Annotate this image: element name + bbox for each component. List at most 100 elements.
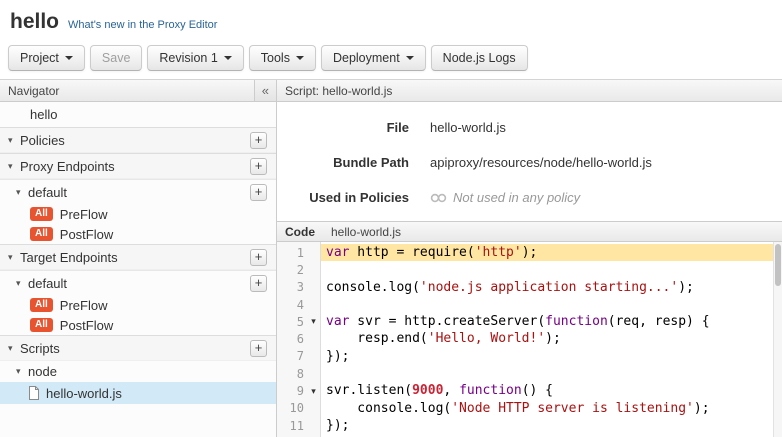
disclosure-triangle-icon: ▾ <box>16 187 28 198</box>
line-number: 2 <box>277 263 307 277</box>
add-policy-button[interactable]: + <box>250 132 267 149</box>
tools-menu-button[interactable]: Tools <box>249 45 316 71</box>
caret-down-icon <box>65 56 73 60</box>
used-in-policies-text: Not used in any policy <box>453 190 580 205</box>
tree-item-target-postflow[interactable]: All PostFlow <box>0 315 276 335</box>
content-split: Navigator « hello ▾ Policies + ▾ Proxy E… <box>0 79 782 437</box>
tree-item-target-preflow[interactable]: All PreFlow <box>0 295 276 315</box>
gutter-line: 8 <box>277 365 320 382</box>
code-editor[interactable]: 12345▾6789▾1011 var http = require('http… <box>277 242 782 437</box>
section-label: Target Endpoints <box>20 250 118 265</box>
disclosure-triangle-icon: ▾ <box>16 278 28 289</box>
line-number: 1 <box>277 246 307 260</box>
gutter-line: 2 <box>277 261 320 278</box>
code-line[interactable] <box>321 365 782 382</box>
section-label: Policies <box>20 133 65 148</box>
toolbar: Project Save Revision 1 Tools Deployment… <box>0 42 782 79</box>
tree-section-proxy-endpoints[interactable]: ▾ Proxy Endpoints + <box>0 153 276 179</box>
caret-down-icon <box>224 56 232 60</box>
caret-down-icon <box>296 56 304 60</box>
navigator-panel: Navigator « hello ▾ Policies + ▾ Proxy E… <box>0 80 277 437</box>
tree-item-proxy-postflow[interactable]: All PostFlow <box>0 224 276 244</box>
code-line[interactable] <box>321 261 782 278</box>
info-row-file: File hello-world.js <box>277 110 782 145</box>
tree-section-scripts[interactable]: ▾ Scripts + <box>0 335 276 361</box>
script-info: File hello-world.js Bundle Path apiproxy… <box>277 102 782 221</box>
line-number: 11 <box>277 419 307 433</box>
code-line[interactable]: }); <box>321 348 782 365</box>
tree-section-policies[interactable]: ▾ Policies + <box>0 127 276 153</box>
collapse-navigator-button[interactable]: « <box>254 80 276 101</box>
code-panel-label: Code <box>285 225 315 239</box>
info-row-bundle-path: Bundle Path apiproxy/resources/node/hell… <box>277 145 782 180</box>
code-gutter: 12345▾6789▾1011 <box>277 242 321 437</box>
code-line[interactable]: }); <box>321 417 782 434</box>
tree-item-target-endpoint-default[interactable]: ▾ default + <box>0 270 276 295</box>
info-row-used-in-policies: Used in Policies Not used in any policy <box>277 180 782 215</box>
code-panel-filename: hello-world.js <box>331 225 401 239</box>
revision-menu-button[interactable]: Revision 1 <box>147 45 243 71</box>
code-scrollbar-thumb[interactable] <box>775 244 781 286</box>
save-label: Save <box>102 51 131 65</box>
add-target-flow-button[interactable]: + <box>250 275 267 292</box>
endpoint-label: default <box>28 276 67 291</box>
flow-label: PostFlow <box>60 227 113 242</box>
nodejs-logs-label: Node.js Logs <box>443 51 516 65</box>
proxy-editor-app: hello What's new in the Proxy Editor Pro… <box>0 0 782 437</box>
navigator-header: Navigator « <box>0 80 276 102</box>
tree-folder-node[interactable]: ▾ node <box>0 361 276 382</box>
code-lines[interactable]: var http = require('http'); console.log(… <box>321 242 782 437</box>
code-line[interactable]: var svr = http.createServer(function(req… <box>321 313 782 330</box>
add-proxy-flow-button[interactable]: + <box>250 184 267 201</box>
tools-menu-label: Tools <box>261 51 290 65</box>
file-label: hello-world.js <box>46 386 122 401</box>
save-button[interactable]: Save <box>90 45 143 71</box>
add-script-button[interactable]: + <box>250 340 267 357</box>
code-line[interactable]: console.log('node.js application startin… <box>321 279 782 296</box>
tree-section-target-endpoints[interactable]: ▾ Target Endpoints + <box>0 244 276 270</box>
add-target-endpoint-button[interactable]: + <box>250 249 267 266</box>
line-number: 9 <box>277 384 307 398</box>
add-proxy-endpoint-button[interactable]: + <box>250 158 267 175</box>
script-panel: Script: hello-world.js File hello-world.… <box>277 80 782 437</box>
code-line[interactable]: resp.end('Hello, World!'); <box>321 330 782 347</box>
revision-menu-label: Revision 1 <box>159 51 217 65</box>
whats-new-link[interactable]: What's new in the Proxy Editor <box>68 19 217 31</box>
line-number: 8 <box>277 367 307 381</box>
tree-item-hello[interactable]: hello <box>0 102 276 127</box>
tree-item-label: hello <box>30 107 57 122</box>
gutter-line: 3 <box>277 279 320 296</box>
fold-arrow-icon[interactable]: ▾ <box>307 386 320 397</box>
project-menu-button[interactable]: Project <box>8 45 85 71</box>
line-number: 3 <box>277 280 307 294</box>
deployment-menu-button[interactable]: Deployment <box>321 45 426 71</box>
code-scrollbar[interactable] <box>773 242 782 437</box>
tree-item-proxy-preflow[interactable]: All PreFlow <box>0 204 276 224</box>
gutter-line: 5▾ <box>277 313 320 330</box>
line-number: 4 <box>277 298 307 312</box>
flow-all-badge: All <box>30 207 53 221</box>
page-header: hello What's new in the Proxy Editor <box>0 0 782 42</box>
code-line[interactable]: console.log('Node HTTP server is listeni… <box>321 400 782 417</box>
code-line[interactable]: var http = require('http'); <box>321 244 782 261</box>
broken-link-icon <box>430 192 447 204</box>
tree-item-hello-world-js[interactable]: hello-world.js <box>0 382 276 404</box>
disclosure-triangle-icon: ▾ <box>8 252 20 263</box>
deployment-menu-label: Deployment <box>333 51 400 65</box>
flow-all-badge: All <box>30 298 53 312</box>
tree-item-proxy-endpoint-default[interactable]: ▾ default + <box>0 179 276 204</box>
line-number: 5 <box>277 315 307 329</box>
bundle-path-field-value: apiproxy/resources/node/hello-world.js <box>430 155 652 170</box>
file-field-value: hello-world.js <box>430 120 506 135</box>
file-field-label: File <box>277 120 409 135</box>
disclosure-triangle-icon: ▾ <box>8 135 20 146</box>
line-number: 10 <box>277 401 307 415</box>
code-line[interactable] <box>321 296 782 313</box>
nodejs-logs-button[interactable]: Node.js Logs <box>431 45 528 71</box>
fold-arrow-icon[interactable]: ▾ <box>307 316 320 327</box>
gutter-line: 11 <box>277 417 320 434</box>
code-line[interactable]: svr.listen(9000, function() { <box>321 382 782 399</box>
gutter-line: 9▾ <box>277 382 320 399</box>
folder-label: node <box>28 364 57 379</box>
flow-label: PreFlow <box>60 298 108 313</box>
